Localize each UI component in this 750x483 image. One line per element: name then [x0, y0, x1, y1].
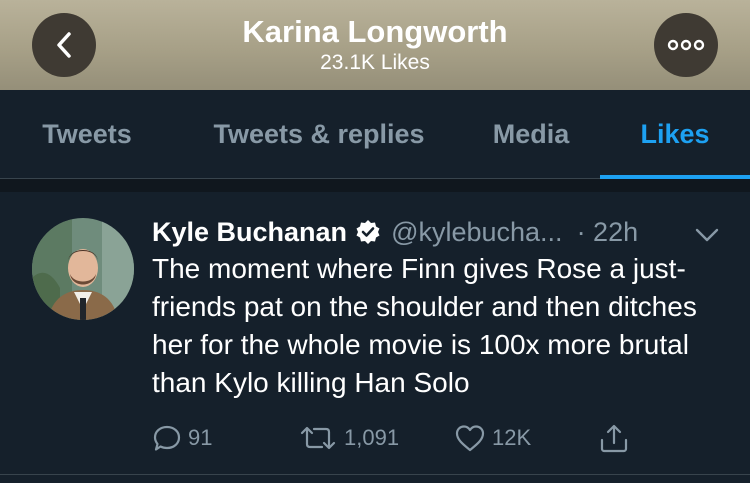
tab-tweets[interactable]: Tweets: [22, 90, 152, 178]
more-horizontal-icon: [667, 39, 705, 51]
tweet-header: Kyle Buchanan @kylebucha... · 22h: [152, 212, 638, 252]
likes-count-subtitle: 23.1K Likes: [320, 51, 430, 74]
retweet-button[interactable]: 1,091: [298, 420, 399, 456]
tweet-text: The moment where Finn gives Rose a just-…: [152, 253, 697, 398]
retweet-icon: [300, 426, 336, 450]
retweet-count: 1,091: [344, 425, 400, 450]
avatar[interactable]: [32, 218, 134, 320]
tweet-actions: 91 1,091 12K: [152, 420, 712, 456]
tab-media[interactable]: Media: [474, 90, 588, 178]
tab-likes[interactable]: Likes: [600, 90, 750, 179]
profile-name-title: Karina Longworth: [242, 14, 508, 49]
profile-tabs: Tweets Tweets & replies Media Likes: [0, 90, 750, 179]
author-handle[interactable]: @kylebucha...: [391, 217, 563, 248]
tweet-timestamp[interactable]: · 22h: [577, 217, 639, 248]
like-count: 12K: [492, 425, 532, 450]
avatar-photo: [32, 218, 134, 320]
verified-badge-icon: [355, 219, 381, 245]
section-gap: [0, 179, 750, 192]
tab-tweets-and-replies[interactable]: Tweets & replies: [190, 90, 448, 178]
profile-header: Karina Longworth 23.1K Likes: [0, 0, 750, 90]
tweet-card[interactable]: Kyle Buchanan @kylebucha... · 22h The mo…: [0, 192, 750, 475]
tweet-menu-button[interactable]: [694, 226, 720, 244]
reply-button[interactable]: 91: [152, 420, 212, 456]
tab-likes-label: Likes: [640, 119, 710, 149]
heart-icon: [455, 425, 485, 452]
profile-likes-screen: Karina Longworth 23.1K Likes Tweets Twee…: [0, 0, 750, 483]
more-options-button[interactable]: [654, 13, 718, 77]
share-icon: [600, 424, 628, 453]
share-button[interactable]: [598, 420, 630, 456]
chevron-down-icon: [695, 228, 719, 242]
like-button[interactable]: 12K: [454, 420, 531, 456]
reply-count: 91: [188, 425, 213, 450]
author-name[interactable]: Kyle Buchanan: [152, 217, 347, 248]
reply-icon: [153, 425, 181, 451]
